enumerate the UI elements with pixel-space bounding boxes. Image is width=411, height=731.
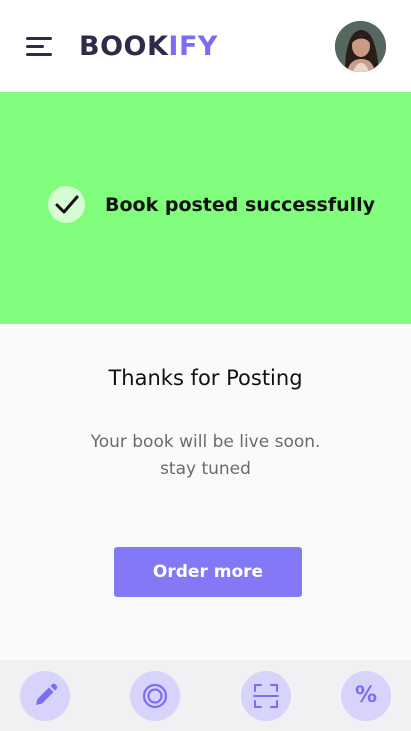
pencil-icon xyxy=(36,683,58,705)
scan-icon xyxy=(253,684,279,708)
order-more-button[interactable]: Order more xyxy=(114,547,302,597)
success-message: Book posted successfully xyxy=(105,194,376,216)
target-icon xyxy=(142,683,168,709)
info-line-2: stay tuned xyxy=(160,459,251,479)
header: BOOKIFY xyxy=(0,0,411,92)
info-line-1: Your book will be live soon. xyxy=(90,432,321,452)
logo-part-book: BOOK xyxy=(79,31,169,62)
avatar[interactable] xyxy=(335,21,386,72)
menu-icon[interactable] xyxy=(22,32,58,62)
nav-offers-button[interactable]: % xyxy=(341,671,391,721)
nav-target-button[interactable] xyxy=(130,671,180,721)
logo-part-ify: IFY xyxy=(168,31,218,62)
app-logo: BOOKIFY xyxy=(79,29,218,65)
avatar-image xyxy=(335,21,386,72)
nav-edit-button[interactable] xyxy=(20,671,70,721)
nav-scan-button[interactable] xyxy=(241,671,291,721)
app: BOOKIFY Book posted successfully Thanks … xyxy=(0,0,411,731)
percent-icon: % xyxy=(354,683,378,708)
bottom-nav: % xyxy=(0,660,411,731)
page-title: Thanks for Posting xyxy=(108,366,303,390)
check-icon xyxy=(48,186,85,223)
